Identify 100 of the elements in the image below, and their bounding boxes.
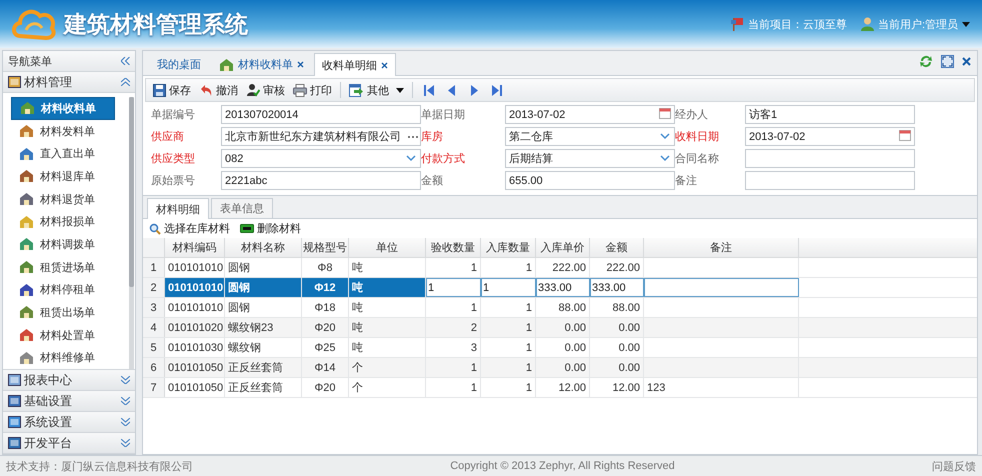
- sidebar-item[interactable]: 材料调拨单: [11, 233, 115, 256]
- toolbar-button[interactable]: 保存: [150, 82, 194, 98]
- column-header[interactable]: 规格型号: [302, 238, 349, 257]
- table-cell: Φ12: [302, 278, 349, 297]
- column-header[interactable]: 材料编码: [165, 238, 225, 257]
- sidebar-item[interactable]: 材料退库单: [11, 165, 115, 188]
- table-cell: 010101050: [165, 378, 225, 397]
- column-header[interactable]: 验收数量: [426, 238, 481, 257]
- sidebar-item[interactable]: 材料收料单: [11, 97, 115, 120]
- export-icon: [349, 84, 364, 96]
- input-field[interactable]: 北京市新世纪东方建筑材料有限公司: [221, 127, 421, 146]
- toolbar-button[interactable]: 审核: [243, 82, 288, 98]
- delete-icon: [240, 224, 254, 233]
- current-project: 当前项目：云顶至尊: [748, 18, 847, 32]
- sidebar-item[interactable]: 材料停租单: [11, 278, 115, 302]
- column-header[interactable]: 单位: [349, 238, 426, 257]
- table-cell: Φ14: [302, 358, 349, 377]
- chevron-down-icon[interactable]: [121, 376, 130, 384]
- collapse-icon[interactable]: [121, 57, 130, 65]
- table-cell: 圆钢: [225, 258, 302, 277]
- caret-icon[interactable]: [962, 22, 970, 26]
- input-field[interactable]: 后期结算: [505, 149, 675, 168]
- accordion-header[interactable]: 材料管理: [3, 72, 135, 93]
- undo-arrow-icon: [199, 84, 213, 96]
- input-field[interactable]: 082: [221, 149, 421, 168]
- cell-editor[interactable]: 1: [481, 278, 536, 297]
- input-field[interactable]: 访客1: [745, 105, 915, 124]
- table-cell: 1: [426, 378, 481, 397]
- column-header[interactable]: 入库数量: [481, 238, 536, 257]
- accordion-header[interactable]: 基础设置: [3, 391, 135, 412]
- tab[interactable]: 材料明细: [147, 198, 209, 219]
- grid-action-button[interactable]: 选择在库材料: [149, 221, 230, 236]
- accordion-header[interactable]: 开发平台: [3, 433, 135, 454]
- input-field[interactable]: 2013-07-02: [745, 127, 915, 146]
- refresh-icon[interactable]: [919, 54, 933, 68]
- input-field[interactable]: 655.00: [505, 171, 675, 190]
- table-cell: 正反丝套筒: [225, 378, 302, 397]
- table-cell: Φ18: [302, 298, 349, 317]
- tab[interactable]: 收料单明细: [314, 53, 396, 76]
- cell-editor[interactable]: [644, 278, 799, 297]
- sidebar-item[interactable]: 材料处置单: [11, 324, 115, 346]
- toolbar-button[interactable]: 打印: [290, 82, 335, 98]
- table-cell: 正反丝套筒: [225, 358, 302, 377]
- column-header[interactable]: 材料名称: [225, 238, 302, 257]
- calendar-icon[interactable]: [897, 129, 913, 142]
- chevron-down-icon[interactable]: [121, 418, 130, 426]
- next-page-icon[interactable]: [470, 84, 478, 96]
- feedback-link[interactable]: 问题反馈: [932, 458, 976, 474]
- panel-icon: [8, 416, 21, 428]
- table-cell: Φ20: [302, 378, 349, 397]
- table-cell: 吨: [349, 258, 426, 277]
- sidebar-item[interactable]: 租赁进场单: [11, 256, 115, 278]
- calendar-icon[interactable]: [657, 107, 673, 120]
- close-icon[interactable]: [962, 56, 971, 66]
- table-cell: 0.00: [536, 318, 590, 337]
- chevron-up-icon[interactable]: [121, 78, 130, 86]
- input-field[interactable]: 201307020014: [221, 105, 421, 124]
- close-icon[interactable]: [381, 62, 388, 68]
- table-cell: 1: [426, 358, 481, 377]
- accordion-header[interactable]: 系统设置: [3, 412, 135, 433]
- tab[interactable]: 材料收料单: [211, 53, 312, 75]
- input-field[interactable]: 2221abc: [221, 171, 421, 190]
- maximize-icon[interactable]: [941, 54, 954, 68]
- column-header[interactable]: 金额: [590, 238, 644, 257]
- toolbar-button[interactable]: 其他: [346, 82, 407, 98]
- row-number: 2: [143, 278, 165, 297]
- chevron-down-icon[interactable]: [121, 439, 130, 447]
- first-page-icon[interactable]: [424, 84, 434, 96]
- cell-editor[interactable]: 333.00: [590, 278, 644, 297]
- close-icon[interactable]: [297, 61, 304, 68]
- user-icon: [860, 17, 874, 31]
- column-header[interactable]: 入库单价: [536, 238, 590, 257]
- cell-editor[interactable]: 333.00: [536, 278, 590, 297]
- input-field[interactable]: [745, 171, 915, 190]
- app-title: 建筑材料管理系统: [64, 10, 249, 38]
- column-header[interactable]: 备注: [644, 238, 799, 257]
- table-cell: 吨: [349, 318, 426, 337]
- previous-page-icon[interactable]: [448, 84, 456, 96]
- sidebar-item[interactable]: 材料发料单: [11, 120, 115, 142]
- sidebar-item[interactable]: 材料维修单: [11, 346, 115, 369]
- copyright-text: Copyright © 2013 Zephyr, All Rights Reserved: [450, 460, 675, 472]
- last-page-icon[interactable]: [492, 84, 502, 96]
- scrollbar[interactable]: [129, 97, 134, 369]
- input-field[interactable]: 第二仓库: [505, 127, 675, 146]
- grid-action-button[interactable]: 删除材料: [240, 221, 301, 236]
- table-cell: 88.00: [536, 298, 590, 317]
- input-field[interactable]: [745, 149, 915, 168]
- table-cell: 0.00: [590, 318, 644, 337]
- sidebar-item[interactable]: 直入直出单: [11, 142, 115, 166]
- cell-editor[interactable]: 1: [426, 278, 481, 297]
- sidebar-item[interactable]: 材料退货单: [11, 188, 115, 210]
- tab[interactable]: 我的桌面: [149, 53, 209, 75]
- chevron-down-icon[interactable]: [121, 397, 130, 405]
- field-label: 原始票号: [151, 174, 196, 188]
- tab[interactable]: 表单信息: [211, 198, 273, 218]
- input-field[interactable]: 2013-07-02: [505, 105, 675, 124]
- accordion-header[interactable]: 报表中心: [3, 370, 135, 391]
- toolbar-button[interactable]: 撤消: [196, 82, 241, 98]
- sidebar-item[interactable]: 材料报损单: [11, 210, 115, 234]
- sidebar-item[interactable]: 租赁出场单: [11, 301, 115, 324]
